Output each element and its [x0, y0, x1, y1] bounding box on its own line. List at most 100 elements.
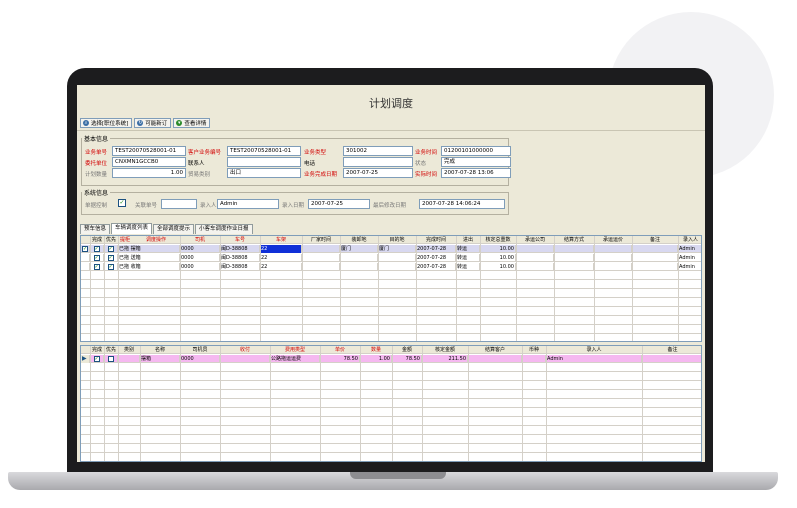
row-select-checkbox[interactable]: ✓ [82, 245, 88, 252]
cell-op[interactable]: 已拖 收箱 [118, 263, 180, 271]
tab-daily-report[interactable]: 小客车调度作业日报 [195, 224, 253, 234]
cell-recv[interactable] [220, 355, 270, 363]
table-row[interactable]: ✓ ✓ ✓ 已拖 摆箱 0000 闽D-38808 22 厦门 厦门 2007-… [81, 245, 701, 253]
col-creator[interactable]: 录入人 [678, 236, 701, 244]
fee-col-priority[interactable]: 优先 [104, 346, 118, 354]
fee-col-kind[interactable]: 类别 [118, 346, 140, 354]
cell-frame[interactable]: 22 [260, 245, 302, 253]
cell-driver[interactable]: 0000 [180, 355, 220, 363]
cell-creator[interactable]: Admin [678, 245, 701, 253]
cell-price[interactable] [594, 254, 632, 262]
plan-finish-field[interactable]: 2007-07-25 [343, 168, 413, 178]
cell-frame[interactable]: 22 [260, 263, 302, 271]
col-finish[interactable]: 完成时间 [416, 236, 456, 244]
cell-creator[interactable]: Admin [678, 263, 701, 271]
col-load[interactable]: 装卸地 [340, 236, 378, 244]
cell-carrier[interactable] [516, 254, 554, 262]
priority-checkbox[interactable]: ✓ [107, 254, 114, 261]
cell-pay[interactable] [554, 245, 594, 253]
order-no-field[interactable]: TEST20070528001-01 [112, 146, 186, 156]
cell-done[interactable]: ✓ [90, 245, 104, 253]
done-checkbox[interactable]: ✓ [93, 245, 100, 252]
trade-mode-field[interactable]: 出口 [227, 168, 301, 178]
cell-driver[interactable]: 0000 [180, 254, 220, 262]
cell-priority[interactable]: ✓ [104, 263, 118, 271]
cell-factory-time[interactable] [302, 263, 340, 271]
new-order-button[interactable]: ↻ 可能新订 [134, 118, 172, 128]
actual-finish-field[interactable]: 2007-07-28 13:06 [441, 168, 511, 178]
col-frame[interactable]: 车架 [260, 236, 302, 244]
cell-amount[interactable]: 78.50 [392, 355, 422, 363]
fee-col-currency[interactable]: 币种 [522, 346, 546, 354]
cell-priority[interactable] [104, 355, 118, 363]
fee-col-done[interactable]: 完成 [90, 346, 104, 354]
col-carrier[interactable]: 承运公司 [516, 236, 554, 244]
col-factory-time[interactable]: 厂家时间 [302, 236, 340, 244]
cell-dest[interactable]: 厦门 [378, 245, 416, 253]
modify-date-field[interactable]: 2007-07-28 14:06:24 [419, 199, 505, 209]
cell-load[interactable]: 厦门 [340, 245, 378, 253]
col-weight[interactable]: 核定总重数 [480, 236, 516, 244]
fee-col-amount[interactable]: 金额 [392, 346, 422, 354]
cell-kind[interactable] [118, 355, 140, 363]
priority-checkbox[interactable]: ✓ [107, 245, 114, 252]
creator-field[interactable]: Admin [217, 199, 279, 209]
table-row[interactable]: ✓ ✓ 已拖 收箱 0000 闽D-38808 22 2007-07-28 转运… [81, 263, 701, 271]
cell-done[interactable]: ✓ [90, 263, 104, 271]
cell-factory-time[interactable] [302, 254, 340, 262]
cell-frame[interactable]: 22 [260, 254, 302, 262]
done-checkbox[interactable]: ✓ [93, 355, 100, 362]
col-pay[interactable]: 结算方式 [554, 236, 594, 244]
customer-order-field[interactable]: TEST20070528001-01 [227, 146, 301, 156]
create-date-field[interactable]: 2007-07-25 [308, 199, 370, 209]
fee-col-driver[interactable]: 司机员 [180, 346, 220, 354]
cell-pay[interactable] [554, 263, 594, 271]
cell-price[interactable] [594, 263, 632, 271]
business-date-field[interactable]: 01200101000000 [441, 146, 511, 156]
cell-currency[interactable] [522, 355, 546, 363]
fee-col-creator[interactable]: 录入人 [546, 346, 642, 354]
fee-col-note[interactable]: 备注 [642, 346, 701, 354]
cell-creator[interactable]: Admin [546, 355, 642, 363]
cell-price[interactable]: 78.50 [320, 355, 360, 363]
cell-factory-time[interactable] [302, 245, 340, 253]
cell-op[interactable]: 已拖 摆箱 [118, 245, 180, 253]
tab-vehicle-info[interactable]: 预车信息 [80, 224, 111, 234]
row-selector[interactable] [81, 254, 90, 262]
col-dest[interactable]: 目的地 [378, 236, 416, 244]
done-checkbox[interactable]: ✓ [93, 254, 100, 261]
cell-carrier[interactable] [516, 245, 554, 253]
cell-io[interactable]: 转运 [456, 263, 480, 271]
cell-creator[interactable]: Admin [678, 254, 701, 262]
col-driver[interactable]: 司机 [180, 236, 220, 244]
tab-dispatch-list[interactable]: 车辆调度列表 [111, 223, 153, 234]
cell-fee-type[interactable]: 公路拖运运费 [270, 355, 320, 363]
cell-done[interactable]: ✓ [90, 254, 104, 262]
fee-col-price[interactable]: 单价 [320, 346, 360, 354]
cell-done[interactable]: ✓ [90, 355, 104, 363]
tab-all-dispatch[interactable]: 全部调度提示 [153, 224, 195, 234]
cell-name[interactable]: 摆箱 [140, 355, 180, 363]
col-io[interactable]: 进出 [456, 236, 480, 244]
cell-finish[interactable]: 2007-07-28 [416, 263, 456, 271]
col-price[interactable]: 承运运价 [594, 236, 632, 244]
fee-col-recv[interactable]: 收付 [220, 346, 270, 354]
col-done[interactable]: 完成 [90, 236, 104, 244]
row-selector[interactable]: ▶ [81, 355, 90, 363]
cell-note[interactable] [642, 355, 701, 363]
view-detail-button[interactable]: ▾ 查看详情 [173, 118, 211, 128]
table-row[interactable]: ✓ ✓ 已拖 送箱 0000 闽D-38808 22 2007-07-28 转运… [81, 254, 701, 262]
fee-col-customer[interactable]: 结算客户 [468, 346, 522, 354]
row-selector[interactable] [81, 263, 90, 271]
phone-field[interactable] [343, 157, 413, 167]
cell-io[interactable]: 转运 [456, 254, 480, 262]
cell-qty[interactable]: 1.00 [360, 355, 392, 363]
business-type-field[interactable]: 301002 [343, 146, 413, 156]
col-pick[interactable]: 提柜 [118, 236, 132, 244]
cell-finish[interactable]: 2007-07-28 [416, 254, 456, 262]
done-checkbox[interactable]: ✓ [93, 263, 100, 270]
fee-col-name[interactable]: 名称 [140, 346, 180, 354]
cell-note[interactable] [632, 263, 678, 271]
cell-customer[interactable] [468, 355, 522, 363]
priority-checkbox[interactable]: ✓ [107, 263, 114, 270]
